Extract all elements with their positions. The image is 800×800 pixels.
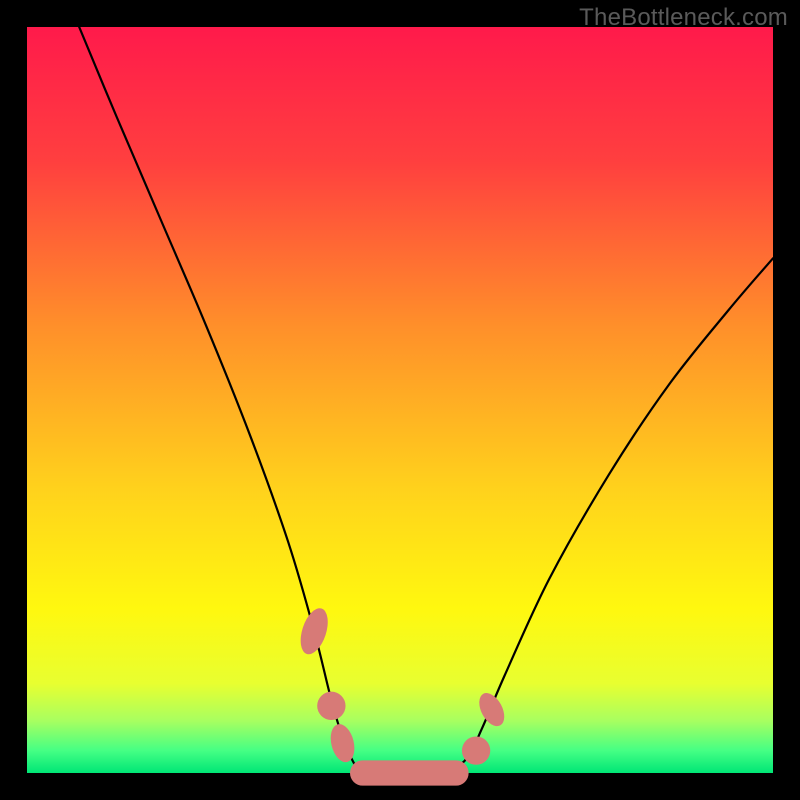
chart-frame: TheBottleneck.com (0, 0, 800, 800)
data-marker (317, 692, 345, 720)
data-marker (295, 605, 332, 658)
data-marker (474, 689, 509, 730)
data-marker (327, 722, 358, 765)
data-marker (350, 760, 469, 785)
chart-svg-layer (27, 27, 773, 773)
data-marker (462, 736, 490, 764)
watermark-text: TheBottleneck.com (579, 4, 788, 32)
data-markers (295, 605, 509, 786)
bottleneck-curve (79, 27, 773, 775)
